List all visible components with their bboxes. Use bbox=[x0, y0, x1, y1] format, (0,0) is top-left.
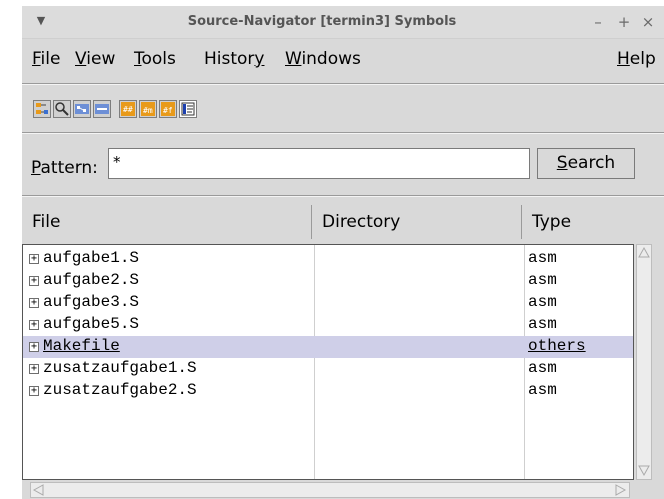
svg-text:#f: #f bbox=[163, 106, 173, 115]
menu-help-label: elp bbox=[629, 49, 656, 69]
expand-icon[interactable]: + bbox=[29, 386, 39, 396]
menu-history[interactable]: History bbox=[204, 49, 264, 69]
symbol-list[interactable]: + aufgabe1.S asm + aufgabe2.S asm + aufgabe3.S a… bbox=[22, 244, 634, 480]
column-header-file[interactable]: File bbox=[22, 205, 312, 239]
symbols-icon[interactable]: #m bbox=[139, 100, 157, 118]
list-item[interactable]: + aufgabe1.S asm bbox=[23, 248, 633, 270]
horizontal-scrollbar[interactable] bbox=[30, 482, 630, 498]
close-button[interactable]: × bbox=[638, 6, 658, 38]
list-item[interactable]: + zusatzaufgabe2.S asm bbox=[23, 380, 633, 402]
menu-view-mnemonic: V bbox=[75, 49, 87, 69]
pattern-label-mnemonic: P bbox=[31, 158, 41, 178]
menu-tools[interactable]: Tools bbox=[134, 49, 176, 69]
scroll-right-arrow-icon[interactable] bbox=[615, 484, 627, 496]
pattern-row: Pattern: * Search bbox=[22, 144, 664, 190]
file-name-cell: Makefile bbox=[43, 337, 120, 355]
type-cell: asm bbox=[528, 315, 557, 333]
scroll-up-arrow-icon[interactable] bbox=[638, 246, 650, 258]
menu-windows-label: indows bbox=[301, 49, 361, 69]
toolbar-separator bbox=[22, 132, 664, 134]
menu-file-label: ile bbox=[40, 49, 61, 69]
title-bar: ▼ Source-Navigator [termin3] Symbols – +… bbox=[22, 6, 664, 39]
type-cell: asm bbox=[528, 293, 557, 311]
column-headers: File Directory Type bbox=[22, 205, 664, 239]
include-icon[interactable] bbox=[93, 100, 111, 118]
menu-tools-mnemonic: T bbox=[134, 49, 142, 69]
functions-icon[interactable]: #f bbox=[159, 100, 177, 118]
pattern-label-text: attern: bbox=[40, 158, 98, 178]
menu-history-mnemonic: y bbox=[254, 49, 265, 69]
editor-icon[interactable] bbox=[179, 100, 197, 118]
file-name-cell: aufgabe5.S bbox=[43, 315, 140, 333]
svg-text:#m: #m bbox=[143, 106, 153, 115]
file-name-cell: aufgabe3.S bbox=[43, 293, 140, 311]
file-name-cell: aufgabe1.S bbox=[43, 249, 140, 267]
svg-text:##: ## bbox=[123, 105, 133, 114]
pattern-label: Pattern: bbox=[31, 158, 98, 178]
column-header-type[interactable]: Type bbox=[522, 205, 632, 239]
menu-view-label: iew bbox=[86, 49, 116, 69]
list-item[interactable]: + aufgabe2.S asm bbox=[23, 270, 633, 292]
menu-windows[interactable]: Windows bbox=[285, 49, 361, 69]
expand-icon[interactable]: + bbox=[29, 320, 39, 330]
expand-icon[interactable]: + bbox=[29, 342, 39, 352]
menu-file[interactable]: File bbox=[32, 49, 60, 69]
menu-bar: File View Tools History Windows Help bbox=[22, 43, 664, 77]
menu-help[interactable]: Help bbox=[617, 49, 656, 69]
expand-icon[interactable]: + bbox=[29, 364, 39, 374]
maximize-button[interactable]: + bbox=[614, 6, 634, 38]
type-cell: asm bbox=[528, 359, 557, 377]
scroll-down-arrow-icon[interactable] bbox=[638, 465, 650, 477]
search-button[interactable]: Search bbox=[537, 148, 635, 179]
list-item[interactable]: + aufgabe3.S asm bbox=[23, 292, 633, 314]
grep-icon[interactable]: ## bbox=[119, 100, 137, 118]
pattern-input[interactable]: * bbox=[108, 148, 530, 179]
list-item[interactable]: + zusatzaufgabe1.S asm bbox=[23, 358, 633, 380]
type-cell: asm bbox=[528, 381, 557, 399]
toolbar: ## #m #f bbox=[22, 90, 664, 126]
menu-separator bbox=[22, 83, 664, 85]
menu-view[interactable]: View bbox=[75, 49, 115, 69]
menu-history-label: Histor bbox=[204, 49, 255, 69]
class-browser-icon[interactable] bbox=[33, 100, 51, 118]
source-navigator-window: ▼ Source-Navigator [termin3] Symbols – +… bbox=[22, 6, 664, 499]
expand-icon[interactable]: + bbox=[29, 254, 39, 264]
pattern-separator bbox=[22, 195, 664, 197]
retriever-icon[interactable] bbox=[53, 100, 71, 118]
expand-icon[interactable]: + bbox=[29, 276, 39, 286]
file-name-cell: zusatzaufgabe2.S bbox=[43, 381, 197, 399]
file-name-cell: aufgabe2.S bbox=[43, 271, 140, 289]
search-mnemonic: S bbox=[556, 153, 568, 173]
vertical-scrollbar[interactable] bbox=[636, 244, 652, 480]
column-header-directory[interactable]: Directory bbox=[312, 205, 522, 239]
expand-icon[interactable]: + bbox=[29, 298, 39, 308]
menu-file-mnemonic: F bbox=[32, 49, 41, 69]
minimize-button[interactable]: – bbox=[588, 6, 608, 38]
menu-tools-label: ools bbox=[141, 49, 176, 69]
type-cell: asm bbox=[528, 249, 557, 267]
list-item[interactable]: + Makefile others bbox=[23, 336, 633, 358]
xref-icon[interactable] bbox=[73, 100, 91, 118]
search-label: earch bbox=[567, 153, 616, 173]
window-title: Source-Navigator [termin3] Symbols bbox=[187, 14, 457, 29]
type-cell: others bbox=[528, 337, 586, 355]
file-name-cell: zusatzaufgabe1.S bbox=[43, 359, 197, 377]
menu-windows-mnemonic: W bbox=[285, 49, 302, 69]
menu-help-mnemonic: H bbox=[617, 49, 630, 69]
list-item[interactable]: + aufgabe5.S asm bbox=[23, 314, 633, 336]
type-cell: asm bbox=[528, 271, 557, 289]
scroll-left-arrow-icon[interactable] bbox=[32, 484, 44, 496]
